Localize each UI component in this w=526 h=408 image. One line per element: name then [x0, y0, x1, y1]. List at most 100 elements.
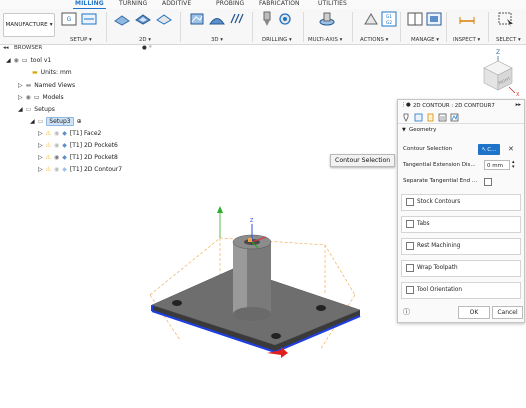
passes-tab-icon[interactable]: [438, 113, 447, 122]
stock-contours-checkbox[interactable]: [406, 198, 414, 206]
tree-models[interactable]: ▷ ◉ ▭ Models: [18, 92, 64, 102]
panel-expand-icon[interactable]: ▸▸: [516, 102, 521, 108]
expand-icon[interactable]: ▷: [38, 154, 43, 161]
3d-pocket-icon[interactable]: [208, 11, 226, 27]
expand-icon[interactable]: ▷: [18, 94, 23, 101]
contour-op-icon: ◆: [62, 165, 67, 173]
contour-selection-button[interactable]: ↖ C...: [478, 144, 500, 155]
tree-root[interactable]: ◢ ◉ ▭ tool v1: [6, 55, 51, 65]
2d-group-label[interactable]: 2D ▾: [139, 37, 151, 43]
expand-icon[interactable]: ▷: [38, 142, 43, 149]
tab-fabrication[interactable]: FABRICATION: [259, 0, 300, 7]
visibility-eye-icon[interactable]: ◉: [54, 142, 59, 149]
tree-op-pocket8[interactable]: ▷ ⚠ ◉ ◆ [T1] 2D Pocket8: [38, 152, 118, 162]
tab-utilities[interactable]: UTILITIES: [318, 0, 347, 7]
visibility-eye-icon[interactable]: ◉: [54, 166, 59, 173]
separate-tangential-row: Separate Tangential End ...: [398, 176, 524, 188]
info-icon[interactable]: ⓘ: [403, 307, 410, 317]
hole-recognition-icon[interactable]: [276, 11, 294, 27]
multi-axis-icon[interactable]: [318, 11, 336, 27]
folder-icon: ▬: [25, 81, 32, 89]
browser-title: BROWSER: [14, 45, 43, 51]
tab-turning[interactable]: TURNING: [119, 0, 147, 7]
multi-axis-group-label[interactable]: MULTI-AXIS ▾: [308, 37, 342, 43]
tool-library-icon[interactable]: [406, 11, 424, 27]
expand-icon[interactable]: ▷: [18, 82, 23, 89]
geometry-tab-icon[interactable]: [414, 113, 423, 122]
visibility-eye-icon[interactable]: ◉: [14, 57, 19, 64]
setup-group-label[interactable]: SETUP ▾: [70, 37, 92, 43]
browser-options-icon[interactable]: ●: [142, 45, 147, 51]
select-icon[interactable]: [497, 11, 515, 27]
workspace-tab-bar: MILLING TURNING ADDITIVE PROBING FABRICA…: [0, 0, 526, 10]
clear-selection-icon[interactable]: ✕: [508, 145, 514, 153]
tab-milling[interactable]: MILLING: [73, 0, 106, 10]
spinner-icon[interactable]: ▴ ▾: [512, 160, 515, 170]
tab-probing[interactable]: PROBING: [216, 0, 244, 7]
viewcube[interactable]: Z RIGHT X: [476, 46, 520, 98]
tree-named-views[interactable]: ▷ ▬ Named Views: [18, 80, 75, 90]
expand-icon[interactable]: ▷: [38, 130, 43, 137]
tree-setup3-label[interactable]: Setup3: [46, 116, 74, 126]
rest-machining-section[interactable]: Rest Machining: [401, 238, 521, 255]
ok-button[interactable]: OK: [458, 306, 490, 319]
tree-setups[interactable]: ◢ ▭ Setups: [18, 104, 55, 114]
visibility-eye-icon[interactable]: ◉: [54, 130, 59, 137]
cancel-button[interactable]: Cancel: [492, 306, 523, 319]
new-setup-icon[interactable]: [80, 11, 98, 27]
collapse-icon[interactable]: ◢: [18, 106, 23, 113]
tree-op-face2[interactable]: ▷ ⚠ ◉ ◆ [T1] Face2: [38, 128, 101, 138]
collapse-icon[interactable]: ◢: [30, 118, 35, 125]
tab-additive[interactable]: ADDITIVE: [162, 0, 191, 7]
manage-group-label[interactable]: MANAGE ▾: [411, 37, 439, 43]
svg-text:X: X: [516, 92, 520, 98]
warning-icon: ⚠: [45, 153, 52, 161]
hole: [316, 305, 326, 311]
browser-collapse-icon[interactable]: ◂◂: [3, 45, 9, 51]
expand-icon[interactable]: ▷: [38, 166, 43, 173]
wrap-toolpath-checkbox[interactable]: [406, 264, 414, 272]
3d-adaptive-icon[interactable]: [188, 11, 206, 27]
collapse-icon[interactable]: ◢: [6, 57, 11, 64]
tool-tab-icon[interactable]: [402, 113, 411, 122]
actions-group-label[interactable]: ACTIONS ▾: [360, 37, 388, 43]
2d-pocket-icon[interactable]: [134, 11, 152, 27]
wrap-toolpath-section[interactable]: Wrap Toolpath: [401, 260, 521, 277]
tree-units[interactable]: ▬ Units: mm: [32, 67, 72, 77]
collapse-icon[interactable]: ▼: [402, 127, 406, 133]
visibility-eye-icon[interactable]: ◉: [54, 154, 59, 161]
tabs-checkbox[interactable]: [406, 220, 414, 228]
tree-op-pocket6[interactable]: ▷ ⚠ ◉ ◆ [T1] 2D Pocket6: [38, 140, 118, 150]
tabs-section[interactable]: Tabs: [401, 216, 521, 233]
model-viewport[interactable]: Z: [140, 190, 390, 370]
workspace-switcher[interactable]: MANUFACTURE ▾: [3, 13, 55, 37]
setup-icon[interactable]: G: [60, 11, 78, 27]
linking-tab-icon[interactable]: [450, 113, 459, 122]
drill-icon[interactable]: [258, 11, 276, 27]
tool-orientation-checkbox[interactable]: [406, 286, 414, 294]
stock-contours-section[interactable]: Stock Contours: [401, 194, 521, 211]
simulate-icon[interactable]: [362, 11, 380, 27]
post-process-icon[interactable]: G1 G2: [380, 11, 398, 27]
3d-group-label[interactable]: 3D ▾: [211, 37, 223, 43]
visibility-eye-icon[interactable]: ◉: [26, 94, 31, 101]
measure-icon[interactable]: [458, 11, 476, 27]
inspect-group-label[interactable]: INSPECT ▾: [453, 37, 480, 43]
2d-contour-icon[interactable]: [155, 11, 173, 27]
tree-op-contour7[interactable]: ▷ ⚠ ◉ ◆ [T1] 2D Contour7: [38, 164, 122, 174]
tool-orientation-section[interactable]: Tool Orientation: [401, 282, 521, 299]
tree-setups-label: Setups: [34, 105, 55, 113]
3d-parallel-icon[interactable]: [228, 11, 246, 27]
2d-adaptive-icon[interactable]: [113, 11, 131, 27]
tangential-extension-input[interactable]: 0 mm: [484, 160, 510, 170]
drilling-group-label[interactable]: DRILLING ▾: [262, 37, 292, 43]
template-library-icon[interactable]: [425, 11, 443, 27]
activate-setup-icon[interactable]: ⊕: [77, 118, 82, 125]
select-group-label[interactable]: SELECT ▾: [496, 37, 521, 43]
browser-pin-icon[interactable]: ⏸: [149, 44, 152, 51]
separate-tangential-checkbox[interactable]: [484, 178, 492, 186]
heights-tab-icon[interactable]: [426, 113, 435, 122]
rest-machining-checkbox[interactable]: [406, 242, 414, 250]
2d-contour-panel: ⋮ ● 2D CONTOUR : 2D CONTOUR7 ▸▸ ▼ Geomet…: [397, 99, 525, 323]
tree-setup3[interactable]: ◢ ▭ Setup3 ⊕: [30, 116, 82, 126]
